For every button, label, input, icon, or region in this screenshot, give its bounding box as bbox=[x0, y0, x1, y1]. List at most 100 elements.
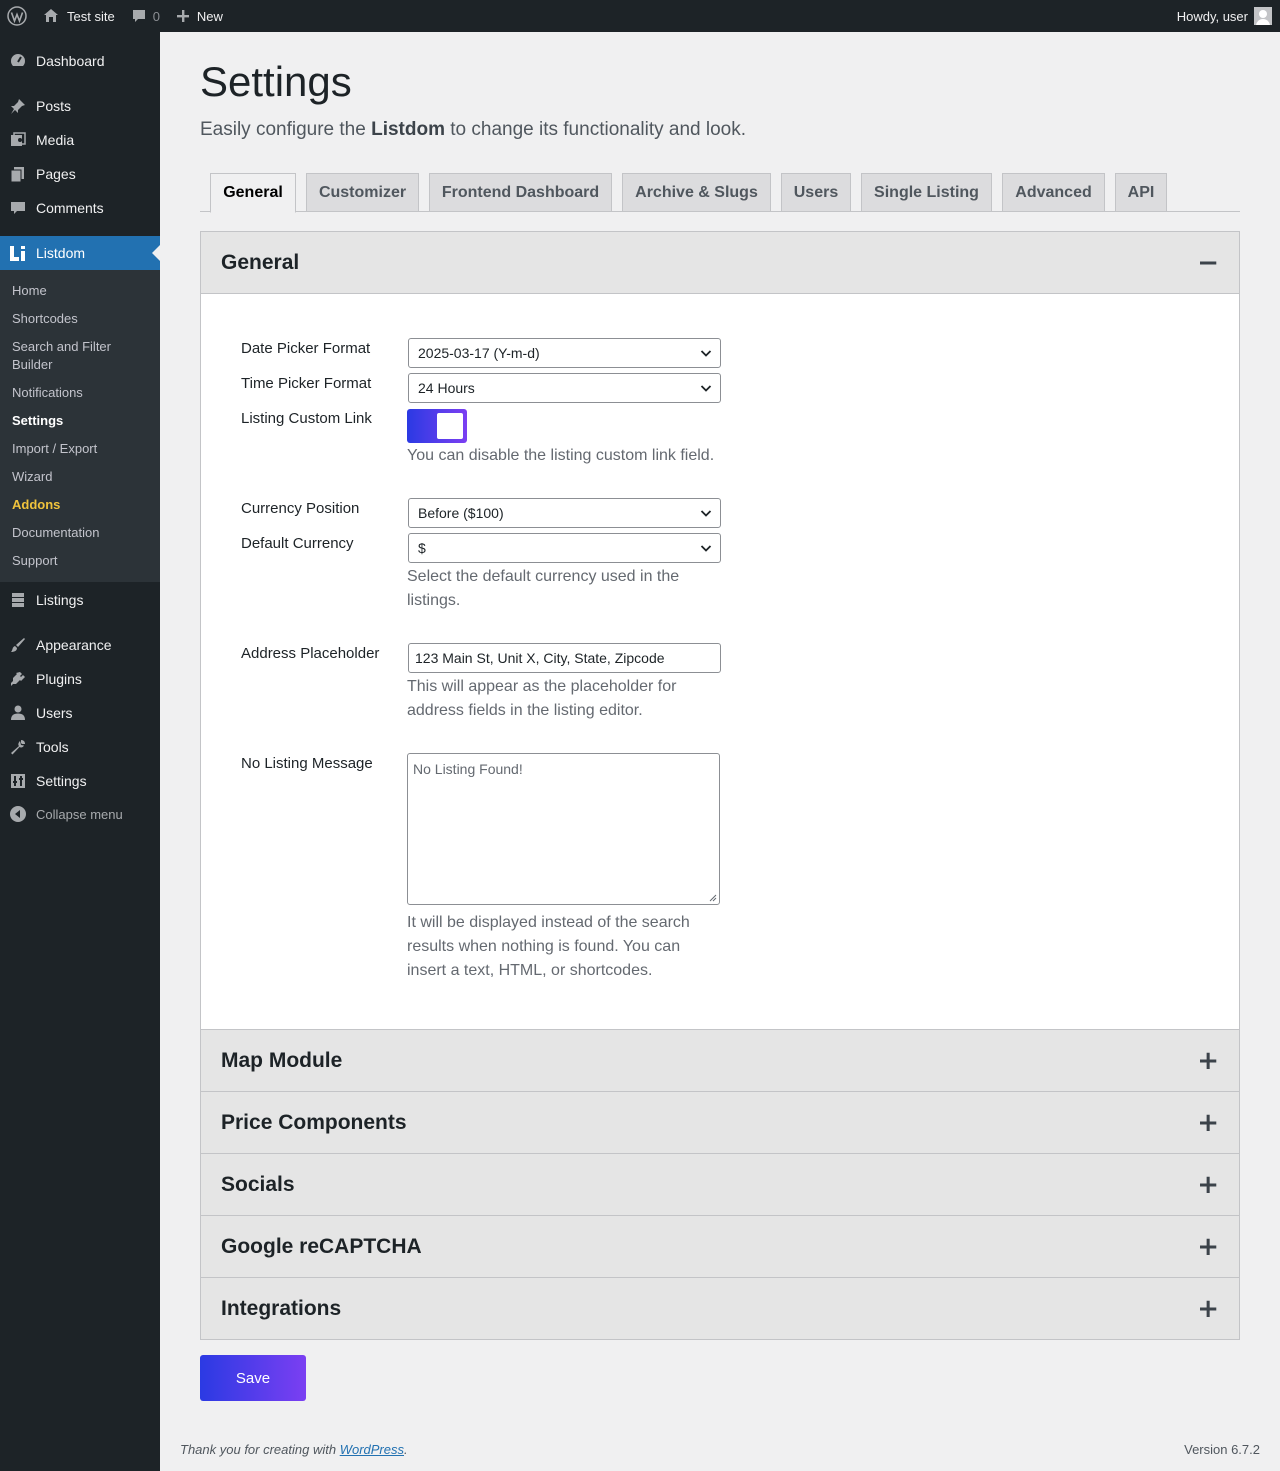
menu-listings[interactable]: Listings bbox=[0, 583, 160, 617]
menu-label: Pages bbox=[36, 166, 76, 182]
panel-header[interactable]: Price Components + bbox=[201, 1092, 1239, 1153]
submenu-search-filter-builder[interactable]: Search and Filter Builder bbox=[12, 338, 152, 374]
footer-thanks: Thank you for creating with WordPress. bbox=[180, 1442, 408, 1457]
collapse-minus-icon[interactable]: − bbox=[1197, 250, 1219, 276]
panel-socials[interactable]: Socials + bbox=[200, 1153, 1240, 1216]
brush-icon bbox=[0, 636, 36, 654]
toggle-knob bbox=[437, 413, 463, 439]
currency-position-select[interactable]: Before ($100) bbox=[408, 498, 721, 528]
no-listing-description: It will be displayed instead of the sear… bbox=[407, 914, 690, 979]
subtitle-text-end: to change its functionality and look. bbox=[444, 119, 747, 140]
menu-comments[interactable]: Comments bbox=[0, 191, 160, 225]
panel-header[interactable]: Google reCAPTCHA + bbox=[201, 1216, 1239, 1277]
menu-tools[interactable]: Tools bbox=[0, 730, 160, 764]
menu-label: Media bbox=[36, 132, 75, 148]
date-picker-select[interactable]: 2025-03-17 (Y-m-d) bbox=[408, 338, 721, 368]
panel-google-recaptcha[interactable]: Google reCAPTCHA + bbox=[200, 1215, 1240, 1278]
wordpress-logo-icon[interactable] bbox=[0, 0, 34, 32]
wrench-icon bbox=[0, 738, 36, 756]
admin-bar: Test site 0 New Howdy, user bbox=[0, 0, 1280, 32]
default-currency-description: Select the default currency used in the … bbox=[407, 568, 680, 609]
subtitle-brand: Listdom bbox=[371, 119, 445, 140]
collapse-menu-button[interactable]: Collapse menu bbox=[0, 797, 160, 831]
tab-api[interactable]: API bbox=[1115, 173, 1167, 212]
plug-icon bbox=[0, 670, 36, 688]
submenu-home[interactable]: Home bbox=[12, 282, 152, 300]
default-currency-select[interactable]: $ bbox=[408, 533, 721, 563]
menu-settings[interactable]: Settings bbox=[0, 764, 160, 798]
expand-plus-icon[interactable]: + bbox=[1197, 1110, 1219, 1136]
address-placeholder-value: 123 Main St, Unit X, City, State, Zipcod… bbox=[415, 650, 665, 666]
submenu-notifications[interactable]: Notifications bbox=[12, 384, 152, 402]
panel-integrations[interactable]: Integrations + bbox=[200, 1277, 1240, 1340]
tab-frontend-dashboard[interactable]: Frontend Dashboard bbox=[429, 173, 612, 212]
menu-label: Tools bbox=[36, 739, 69, 755]
menu-pages[interactable]: Pages bbox=[0, 157, 160, 191]
menu-appearance[interactable]: Appearance bbox=[0, 628, 160, 662]
panel-general-body: Date Picker Format 2025-03-17 (Y-m-d) Ti… bbox=[201, 293, 1239, 1029]
address-placeholder-input[interactable]: 123 Main St, Unit X, City, State, Zipcod… bbox=[408, 643, 721, 673]
default-currency-label: Default Currency bbox=[241, 535, 354, 552]
expand-plus-icon[interactable]: + bbox=[1197, 1048, 1219, 1074]
menu-label: Dashboard bbox=[36, 53, 105, 69]
listings-icon bbox=[0, 591, 36, 609]
site-name-link[interactable]: Test site bbox=[34, 0, 123, 32]
submenu-shortcodes[interactable]: Shortcodes bbox=[12, 310, 152, 328]
menu-users[interactable]: Users bbox=[0, 696, 160, 730]
submenu-import-export[interactable]: Import / Export bbox=[12, 440, 152, 458]
panel-header[interactable]: Socials + bbox=[201, 1154, 1239, 1215]
panel-title: General bbox=[221, 250, 300, 274]
expand-plus-icon[interactable]: + bbox=[1197, 1296, 1219, 1322]
menu-label: Settings bbox=[36, 773, 87, 789]
custom-link-toggle[interactable] bbox=[407, 409, 467, 443]
menu-listdom[interactable]: Listdom bbox=[0, 236, 160, 270]
page-subtitle: Easily configure the Listdom to change i… bbox=[200, 119, 746, 141]
footer-text-end: . bbox=[404, 1442, 408, 1457]
submenu-settings[interactable]: Settings bbox=[12, 412, 152, 430]
settings-icon bbox=[0, 772, 36, 790]
expand-plus-icon[interactable]: + bbox=[1197, 1234, 1219, 1260]
submenu-addons[interactable]: Addons bbox=[12, 496, 152, 514]
avatar bbox=[1254, 7, 1272, 25]
save-button[interactable]: Save bbox=[200, 1355, 306, 1401]
submenu-support[interactable]: Support bbox=[12, 552, 152, 570]
new-content-link[interactable]: New bbox=[168, 0, 231, 32]
panel-map-module[interactable]: Map Module + bbox=[200, 1029, 1240, 1092]
dashboard-icon bbox=[0, 52, 36, 70]
time-picker-value: 24 Hours bbox=[418, 380, 475, 396]
chevron-down-icon bbox=[700, 350, 712, 357]
panel-header[interactable]: Integrations + bbox=[201, 1278, 1239, 1339]
submenu-documentation[interactable]: Documentation bbox=[12, 524, 152, 542]
subtitle-text: Easily configure the bbox=[200, 119, 372, 140]
collapse-label: Collapse menu bbox=[36, 806, 123, 822]
my-account[interactable]: Howdy, user bbox=[1177, 0, 1272, 32]
panel-header[interactable]: Map Module + bbox=[201, 1030, 1239, 1091]
tab-users[interactable]: Users bbox=[781, 173, 851, 212]
comment-icon bbox=[0, 199, 36, 217]
no-listing-textarea[interactable]: No Listing Found! bbox=[407, 753, 720, 905]
tab-general[interactable]: General bbox=[210, 173, 296, 213]
panel-price-components[interactable]: Price Components + bbox=[200, 1091, 1240, 1154]
submenu-wizard[interactable]: Wizard bbox=[12, 468, 152, 486]
menu-label: Listdom bbox=[36, 245, 86, 261]
comments-link[interactable]: 0 bbox=[123, 0, 168, 32]
tab-single-listing[interactable]: Single Listing bbox=[861, 173, 992, 212]
tab-customizer[interactable]: Customizer bbox=[306, 173, 419, 212]
menu-media[interactable]: Media bbox=[0, 123, 160, 157]
panel-title: Map Module bbox=[221, 1048, 343, 1072]
default-currency-value: $ bbox=[418, 540, 426, 556]
wordpress-link[interactable]: WordPress bbox=[340, 1442, 404, 1457]
menu-posts[interactable]: Posts bbox=[0, 89, 160, 123]
tab-archive-slugs[interactable]: Archive & Slugs bbox=[622, 173, 771, 212]
tab-advanced[interactable]: Advanced bbox=[1002, 173, 1105, 212]
page-title: Settings bbox=[200, 58, 352, 105]
menu-dashboard[interactable]: Dashboard bbox=[0, 44, 160, 78]
time-picker-select[interactable]: 24 Hours bbox=[408, 373, 721, 403]
listdom-submenu: Home Shortcodes Search and Filter Builde… bbox=[0, 270, 160, 582]
menu-plugins[interactable]: Plugins bbox=[0, 662, 160, 696]
media-icon bbox=[0, 131, 36, 149]
chevron-down-icon bbox=[700, 385, 712, 392]
resize-grip-icon[interactable] bbox=[708, 893, 717, 902]
expand-plus-icon[interactable]: + bbox=[1197, 1172, 1219, 1198]
panel-general-header[interactable]: General − bbox=[201, 232, 1239, 293]
